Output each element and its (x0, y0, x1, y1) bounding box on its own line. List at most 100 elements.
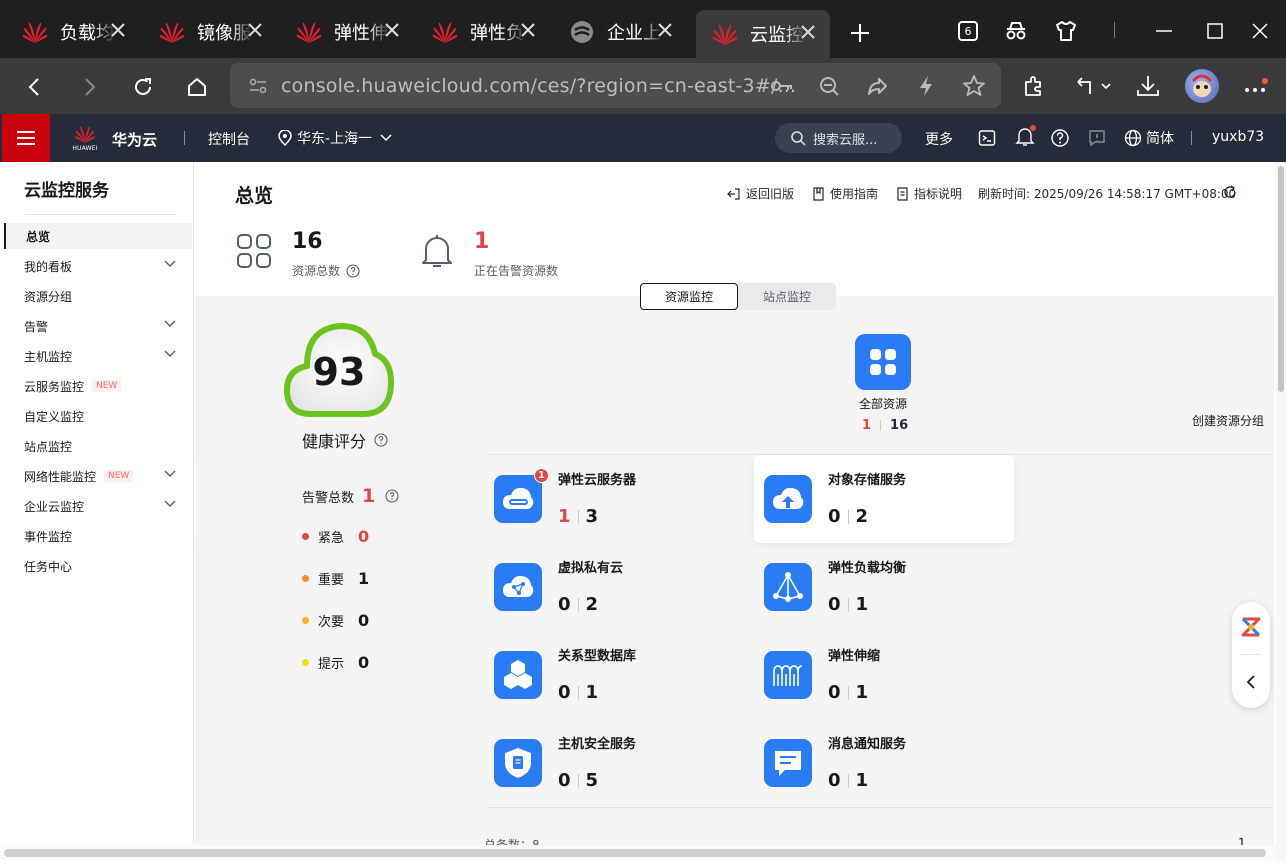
more-menu-icon[interactable] (1243, 78, 1269, 96)
metrics-doc-link[interactable]: 指标说明 (896, 185, 962, 202)
share-icon[interactable] (866, 75, 888, 97)
alarm-level-info[interactable]: 提示 0 (302, 653, 369, 672)
download-icon[interactable] (1135, 74, 1161, 98)
service-card-as[interactable] (764, 651, 812, 699)
back-button[interactable] (20, 72, 50, 102)
service-card-vpc[interactable] (494, 563, 542, 611)
sidebar-item-site-monitoring[interactable]: 站点监控 (4, 433, 192, 459)
user-guide-link[interactable]: 使用指南 (812, 185, 878, 202)
site-settings-icon[interactable] (248, 76, 268, 96)
alarm-total: 告警总数 1 (302, 485, 399, 507)
terminal-icon[interactable] (978, 129, 996, 147)
service-name[interactable]: 对象存储服务 (828, 469, 906, 488)
help-icon[interactable] (374, 433, 388, 447)
close-icon[interactable] (382, 20, 402, 40)
browser-tab-active[interactable]: 云监控服务 (696, 10, 830, 58)
service-name[interactable]: 主机安全服务 (558, 733, 636, 752)
service-name[interactable]: 弹性云服务器 (558, 469, 636, 488)
help-icon[interactable] (385, 489, 399, 503)
close-icon[interactable] (108, 20, 128, 40)
language-switch[interactable]: 简体 (1124, 128, 1174, 148)
close-icon[interactable] (655, 20, 675, 40)
status-dot (302, 575, 309, 582)
assistant-logo-icon[interactable] (1240, 616, 1262, 638)
tab-site-monitoring[interactable]: 站点监控 (738, 283, 836, 310)
sidebar-item-cloud-service-monitoring[interactable]: 云服务监控 NEW (4, 373, 192, 399)
sidebar-item-custom-monitoring[interactable]: 自定义监控 (4, 403, 192, 429)
sidebar-item-dashboards[interactable]: 我的看板 (4, 253, 192, 279)
extensions-icon[interactable] (1022, 74, 1046, 98)
horizontal-scrollbar-thumb[interactable] (4, 849, 1266, 857)
huawei-logo[interactable]: HUAWEI (70, 122, 100, 154)
brand-name[interactable]: 华为云 (112, 129, 157, 150)
service-name[interactable]: 弹性负载均衡 (828, 557, 906, 576)
alarm-level-major[interactable]: 重要 1 (302, 569, 369, 588)
minimize-button[interactable] (1148, 16, 1180, 46)
total-count: 1 (585, 682, 599, 703)
service-name[interactable]: 关系型数据库 (558, 645, 636, 664)
sidebar-item-event-monitoring[interactable]: 事件监控 (4, 523, 192, 549)
help-icon[interactable] (346, 263, 360, 278)
reload-button[interactable] (128, 72, 158, 102)
star-icon[interactable] (962, 74, 986, 98)
tab-count-button[interactable]: 6 (953, 16, 983, 46)
service-name[interactable]: 虚拟私有云 (558, 557, 623, 576)
divider (1241, 654, 1261, 655)
all-resources-button[interactable] (855, 334, 911, 390)
service-card-hss[interactable] (494, 739, 542, 787)
service-card-ecs[interactable] (494, 475, 542, 523)
service-card-obs[interactable] (764, 475, 812, 523)
browser-tab[interactable]: 镜像服务 (143, 8, 277, 56)
sidebar-item-host-monitoring[interactable]: 主机监控 (4, 343, 192, 369)
sidebar-item-resource-groups[interactable]: 资源分组 (4, 283, 192, 309)
service-card-rds[interactable] (494, 651, 542, 699)
forward-button[interactable] (74, 72, 104, 102)
level-label: 次要 (318, 615, 345, 630)
browser-tab[interactable]: 企业上云 (553, 8, 687, 56)
service-name[interactable]: 弹性伸缩 (828, 645, 880, 664)
service-card-elb[interactable] (764, 563, 812, 611)
vertical-scrollbar-thumb[interactable] (1278, 166, 1284, 392)
sidebar-item-overview[interactable]: 总览 (4, 223, 192, 249)
service-name[interactable]: 消息通知服务 (828, 733, 906, 752)
region-selector[interactable]: 华东-上海一 (278, 128, 392, 148)
close-icon[interactable] (518, 20, 538, 40)
close-window-button[interactable] (1244, 16, 1276, 46)
service-card-smn[interactable] (764, 739, 812, 787)
feedback-icon[interactable] (1087, 128, 1107, 148)
theme-button[interactable] (1050, 16, 1082, 46)
profile-avatar[interactable] (1185, 69, 1219, 103)
browser-tab[interactable]: 弹性负载 (416, 8, 550, 56)
incognito-button[interactable] (1000, 16, 1032, 46)
back-to-old-version-link[interactable]: 返回旧版 (727, 185, 794, 202)
undo-menu-icon[interactable] (1074, 74, 1114, 98)
user-menu[interactable]: yuxb73 (1212, 129, 1264, 145)
sidebar-item-alarms[interactable]: 告警 (4, 313, 192, 339)
global-search[interactable]: 搜索云服... (775, 123, 902, 153)
help-icon[interactable] (1050, 128, 1070, 148)
console-link[interactable]: 控制台 (208, 129, 250, 149)
refresh-icon[interactable] (1222, 184, 1238, 200)
browser-tab[interactable]: 弹性伸缩 (280, 8, 414, 56)
bell-icon[interactable] (1015, 124, 1037, 148)
home-button[interactable] (182, 72, 212, 102)
more-link[interactable]: 更多 (925, 129, 953, 149)
key-icon[interactable] (770, 75, 794, 97)
alarm-level-critical[interactable]: 紧急 0 (302, 527, 369, 546)
lightning-icon[interactable] (916, 75, 936, 97)
alarm-level-minor[interactable]: 次要 0 (302, 611, 369, 630)
zoom-out-icon[interactable] (818, 75, 840, 97)
new-tab-button[interactable] (845, 18, 875, 48)
create-resource-group-link[interactable]: 创建资源分组 (1192, 412, 1264, 429)
sidebar-item-enterprise-monitoring[interactable]: 企业云监控 (4, 493, 192, 519)
tab-resource-monitoring[interactable]: 资源监控 (640, 283, 738, 310)
close-icon[interactable] (245, 20, 265, 40)
browser-tab[interactable]: 负载均衡 (6, 8, 140, 56)
chevron-left-icon[interactable] (1246, 674, 1256, 690)
close-icon[interactable] (798, 22, 818, 42)
sidebar-item-task-center[interactable]: 任务中心 (4, 553, 192, 579)
service-menu-button[interactable] (2, 114, 50, 162)
sidebar-item-network-performance[interactable]: 网络性能监控 NEW (4, 463, 192, 489)
maximize-button[interactable] (1199, 16, 1231, 46)
ecs-icon (503, 487, 534, 509)
